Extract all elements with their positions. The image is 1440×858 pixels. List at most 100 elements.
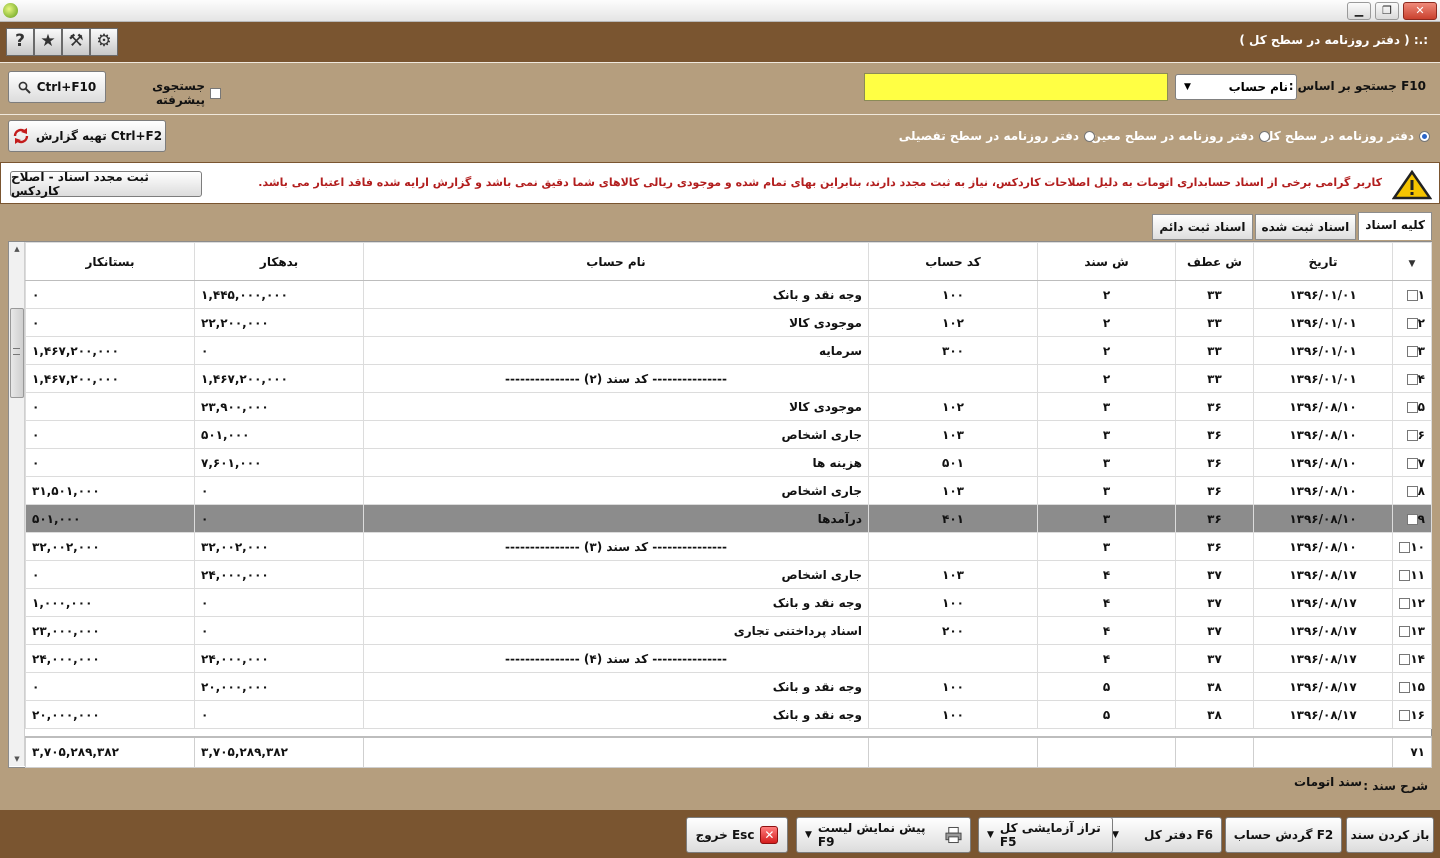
scroll-down-icon[interactable]: ▼ bbox=[9, 752, 25, 766]
col-creditor[interactable]: بستانکار bbox=[25, 242, 195, 281]
radio-moeen-level[interactable]: دفتر روزنامه در سطح معین bbox=[1091, 129, 1270, 143]
trial-balance-button[interactable]: ▼ تراز آزمایشی کل F5 bbox=[978, 817, 1113, 853]
row-checkbox[interactable] bbox=[1406, 317, 1418, 329]
row-checkbox[interactable] bbox=[1399, 541, 1411, 553]
scroll-up-icon[interactable]: ▲ bbox=[9, 242, 25, 256]
table-row[interactable]: ۰ ۲۳,۹۰۰,۰۰۰ موجودی کالا ۱۰۲ ۳ ۳۶ ۱۳۹۶/۰۸/۱۰ ۵ bbox=[25, 392, 1432, 421]
row-checkbox[interactable] bbox=[1406, 513, 1418, 525]
table-row[interactable]: ۰ ۷,۶۰۱,۰۰۰ هزینه ها ۵۰۱ ۳ ۳۶ ۱۳۹۶/۰۸/۱۰ ۷ bbox=[25, 448, 1432, 477]
minimize-button[interactable]: ▁ bbox=[1347, 2, 1371, 20]
col-debtor[interactable]: بدهکار bbox=[194, 242, 364, 281]
radio-moeen-label: دفتر روزنامه در سطح معین bbox=[1090, 129, 1254, 143]
radio-tafsili-dot[interactable] bbox=[1084, 130, 1095, 142]
report-button-label: تهیه گزارش Ctrl+F2 bbox=[35, 129, 163, 143]
cell-row-number[interactable]: ۱۳ bbox=[1392, 616, 1432, 645]
tab-permanent-documents[interactable]: اسناد ثبت دائم bbox=[1152, 214, 1253, 240]
row-checkbox[interactable] bbox=[1406, 289, 1418, 301]
row-checkbox[interactable] bbox=[1399, 681, 1411, 693]
radio-general-label: دفتر روزنامه در سطح کل bbox=[1263, 129, 1414, 143]
table-row[interactable]: ۱,۴۶۷,۲۰۰,۰۰۰ ۱,۴۶۷,۲۰۰,۰۰۰ --------------… bbox=[25, 364, 1432, 393]
table-row[interactable]: ۲۰,۰۰۰,۰۰۰ ۰ وجه نقد و بانک ۱۰۰ ۵ ۳۸ ۱۳۹۶/۰۸/۱… bbox=[25, 700, 1432, 729]
cell-row-number[interactable]: ۱ bbox=[1392, 280, 1432, 309]
cell-row-number[interactable]: ۱۱ bbox=[1392, 560, 1432, 589]
cell-row-number[interactable]: ۴ bbox=[1392, 364, 1432, 393]
cell-row-number[interactable]: ۱۶ bbox=[1392, 700, 1432, 729]
radio-tafsili-level[interactable]: دفتر روزنامه در سطح تفصیلی bbox=[899, 129, 1095, 143]
col-row-select[interactable]: ▼ bbox=[1392, 242, 1432, 281]
cell-date: ۱۳۹۶/۰۸/۱۷ bbox=[1253, 588, 1393, 617]
cell-row-number[interactable]: ۱۰ bbox=[1392, 532, 1432, 561]
row-checkbox[interactable] bbox=[1406, 457, 1418, 469]
table-row[interactable]: ۳۱,۵۰۱,۰۰۰ ۰ جاری اشخاص ۱۰۳ ۳ ۳۶ ۱۳۹۶/۰۸/۱۰ ۸ bbox=[25, 476, 1432, 505]
cell-debtor: ۲۴,۰۰۰,۰۰۰ bbox=[194, 644, 364, 673]
radio-general-level[interactable]: دفتر روزنامه در سطح کل bbox=[1263, 129, 1430, 143]
open-document-button[interactable]: باز کردن سند bbox=[1346, 817, 1434, 853]
chevron-down-icon[interactable]: ▼ bbox=[1112, 830, 1119, 840]
table-row[interactable]: ۰ ۱,۴۴۵,۰۰۰,۰۰۰ وجه نقد و بانک ۱۰۰ ۲ ۳۳ ۱۳۹۶/۰… bbox=[25, 280, 1432, 309]
table-row[interactable]: ۰ ۲۰,۰۰۰,۰۰۰ وجه نقد و بانک ۱۰۰ ۵ ۳۸ ۱۳۹۶/۰۸/۱… bbox=[25, 672, 1432, 701]
advanced-search-checkbox[interactable]: جستجوی پیشرفته bbox=[108, 79, 221, 107]
cell-row-number[interactable]: ۱۲ bbox=[1392, 588, 1432, 617]
col-doc-no[interactable]: ش سند bbox=[1037, 242, 1176, 281]
close-button[interactable]: ✕ bbox=[1403, 2, 1437, 20]
row-checkbox[interactable] bbox=[1399, 625, 1411, 637]
tab-all-documents[interactable]: کلیه اسناد bbox=[1358, 212, 1432, 240]
col-account-name[interactable]: نام حساب bbox=[363, 242, 869, 281]
table-row[interactable]: ۰ ۲۲,۲۰۰,۰۰۰ موجودی کالا ۱۰۲ ۲ ۳۳ ۱۳۹۶/۰۱/۰۱ ۲ bbox=[25, 308, 1432, 337]
row-checkbox[interactable] bbox=[1406, 345, 1418, 357]
cell-row-number[interactable]: ۹ bbox=[1392, 504, 1432, 533]
cell-row-number[interactable]: ۳ bbox=[1392, 336, 1432, 365]
vertical-scrollbar[interactable]: ▲ ▼ bbox=[9, 242, 25, 766]
row-checkbox[interactable] bbox=[1406, 485, 1418, 497]
advanced-search-check[interactable] bbox=[210, 87, 221, 99]
chevron-down-icon[interactable]: ▼ bbox=[1409, 259, 1416, 269]
row-checkbox[interactable] bbox=[1399, 653, 1411, 665]
row-checkbox[interactable] bbox=[1406, 401, 1418, 413]
tools-icon[interactable]: ⚒ bbox=[62, 28, 90, 56]
table-row[interactable]: ۲۳,۰۰۰,۰۰۰ ۰ اسناد پرداختنی تجاری ۲۰۰ ۴ ۳۷ ۱۳۹… bbox=[25, 616, 1432, 645]
chevron-down-icon[interactable]: ▼ bbox=[987, 830, 994, 840]
cell-row-number[interactable]: ۶ bbox=[1392, 420, 1432, 449]
col-ref-no[interactable]: ش عطف bbox=[1175, 242, 1254, 281]
repost-documents-button[interactable]: ثبت مجدد اسناد - اصلاح کاردکس bbox=[10, 170, 202, 198]
search-button[interactable]: Ctrl+F10 bbox=[8, 71, 106, 103]
radio-moeen-dot[interactable] bbox=[1259, 130, 1270, 142]
table-row[interactable]: ۱,۴۶۷,۲۰۰,۰۰۰ ۰ سرمایه ۳۰۰ ۲ ۳۳ ۱۳۹۶/۰۱/۰۱ ۳ bbox=[25, 336, 1432, 365]
row-checkbox[interactable] bbox=[1399, 569, 1411, 581]
cell-account-code: ۱۰۲ bbox=[868, 308, 1038, 337]
table-row[interactable]: ۳۲,۰۰۲,۰۰۰ ۳۲,۰۰۲,۰۰۰ --------------- کد س… bbox=[25, 532, 1432, 561]
chevron-down-icon[interactable]: ▼ bbox=[805, 830, 812, 840]
row-checkbox[interactable] bbox=[1406, 373, 1418, 385]
cell-row-number[interactable]: ۵ bbox=[1392, 392, 1432, 421]
tab-registered-documents[interactable]: اسناد ثبت شده bbox=[1254, 214, 1357, 240]
cell-row-number[interactable]: ۸ bbox=[1392, 476, 1432, 505]
cell-row-number[interactable]: ۲ bbox=[1392, 308, 1432, 337]
row-checkbox[interactable] bbox=[1399, 597, 1411, 609]
cell-row-number[interactable]: ۱۴ bbox=[1392, 644, 1432, 673]
help-icon[interactable]: ? bbox=[6, 28, 34, 56]
col-account-code[interactable]: کد حساب bbox=[868, 242, 1038, 281]
table-row[interactable]: ۱,۰۰۰,۰۰۰ ۰ وجه نقد و بانک ۱۰۰ ۴ ۳۷ ۱۳۹۶/۰۸/۱۷… bbox=[25, 588, 1432, 617]
radio-general-dot[interactable] bbox=[1419, 130, 1430, 142]
row-checkbox[interactable] bbox=[1406, 429, 1418, 441]
exit-button[interactable]: خروج Esc ✕ bbox=[686, 817, 788, 853]
row-checkbox[interactable] bbox=[1399, 709, 1411, 721]
table-row[interactable]: ۵۰۱,۰۰۰ ۰ درآمدها ۴۰۱ ۳ ۳۶ ۱۳۹۶/۰۸/۱۰ ۹ bbox=[25, 504, 1432, 533]
search-field-select[interactable]: نام حساب ▼ bbox=[1175, 74, 1297, 100]
report-button[interactable]: تهیه گزارش Ctrl+F2 bbox=[8, 120, 166, 152]
table-row[interactable]: ۰ ۵۰۱,۰۰۰ جاری اشخاص ۱۰۳ ۳ ۳۶ ۱۳۹۶/۰۸/۱۰ ۶ bbox=[25, 420, 1432, 449]
cell-doc-no: ۲ bbox=[1037, 336, 1176, 365]
print-preview-button[interactable]: ▼ پیش نمایش لیست F9 bbox=[796, 817, 971, 853]
settings-icon[interactable]: ⚙ bbox=[90, 28, 118, 56]
col-date[interactable]: تاریخ bbox=[1253, 242, 1393, 281]
cell-account-name: درآمدها bbox=[363, 504, 869, 533]
cell-row-number[interactable]: ۷ bbox=[1392, 448, 1432, 477]
cell-row-number[interactable]: ۱۵ bbox=[1392, 672, 1432, 701]
search-input[interactable] bbox=[864, 73, 1168, 101]
general-ledger-button[interactable]: ▼ دفتر کل F6 bbox=[1103, 817, 1222, 853]
maximize-button[interactable]: ❐ bbox=[1375, 2, 1399, 20]
table-row[interactable]: ۲۴,۰۰۰,۰۰۰ ۲۴,۰۰۰,۰۰۰ --------------- کد س… bbox=[25, 644, 1432, 673]
table-row[interactable]: ۰ ۲۴,۰۰۰,۰۰۰ جاری اشخاص ۱۰۳ ۴ ۳۷ ۱۳۹۶/۰۸/۱۷ ۱۱ bbox=[25, 560, 1432, 589]
account-flow-button[interactable]: گردش حساب F2 bbox=[1225, 817, 1342, 853]
star-icon[interactable]: ★ bbox=[34, 28, 62, 56]
